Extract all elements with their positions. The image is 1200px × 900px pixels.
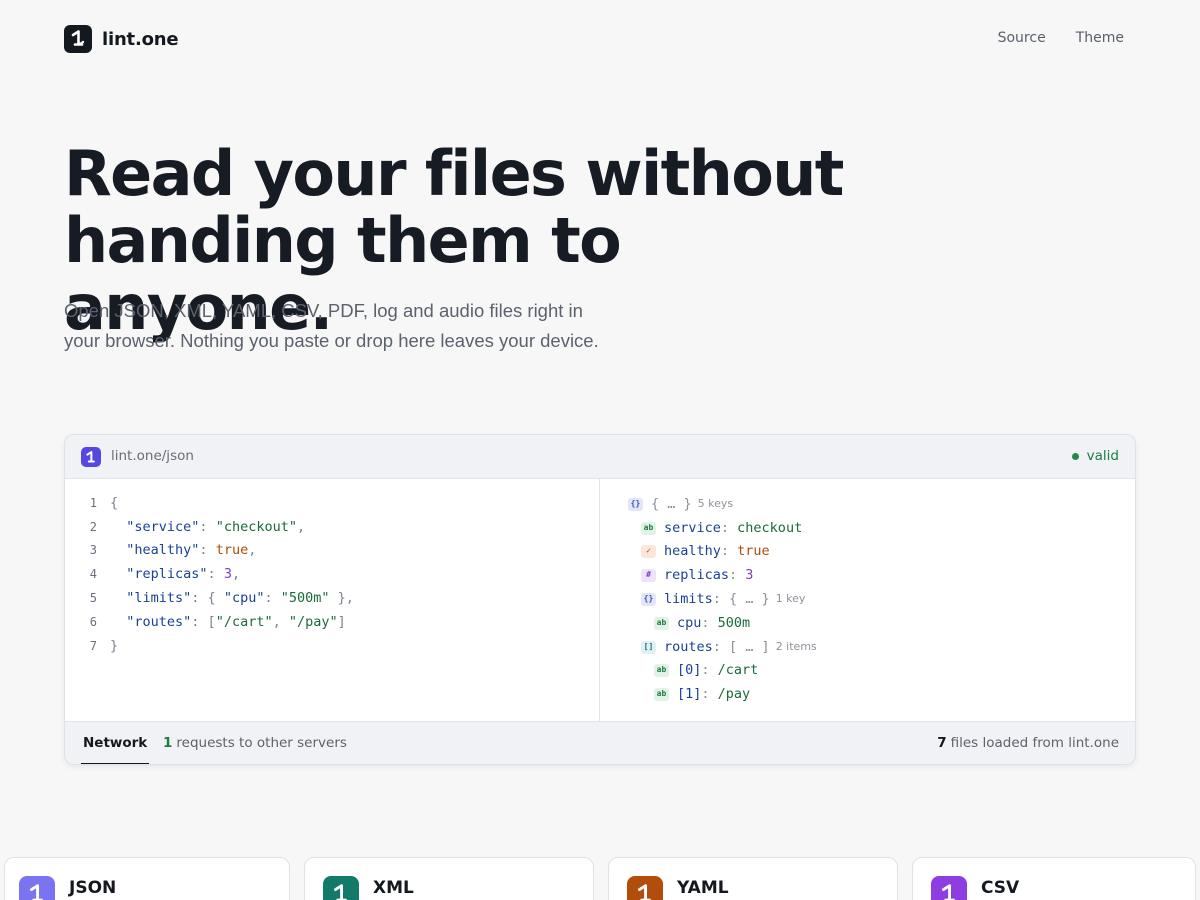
code-line: 6 "routes": ["/cart", "/pay"] <box>65 611 346 633</box>
files-summary: 7 files loaded from lint.one <box>937 722 1119 764</box>
code-line: 2 "service": "checkout", <box>65 516 305 538</box>
code-key: "service" <box>126 519 200 535</box>
line-number: 2 <box>89 520 97 534</box>
tree-key: [1] <box>677 686 702 702</box>
tree-view: {} { … } 5 keys ab service: checkout ✓ he… <box>601 479 1135 722</box>
panel-toolbar: lint.one/json valid <box>65 435 1135 479</box>
requests-label: requests to other servers <box>176 735 347 751</box>
code-key: "routes" <box>126 614 192 630</box>
code-key: "replicas" <box>126 566 208 582</box>
code-string: "/cart" <box>215 614 273 630</box>
array-type-icon: [] <box>641 640 656 654</box>
json-logo-icon <box>19 876 55 900</box>
validation-status: valid <box>1071 448 1119 464</box>
string-type-icon: ab <box>641 521 656 535</box>
xml-logo-icon <box>323 876 359 900</box>
code-number: 3 <box>223 566 232 582</box>
hero-subtitle: Open JSON, XML, YAML, CSV, PDF, log and … <box>64 300 599 351</box>
panel-logo-icon <box>81 447 101 467</box>
code-key: "cpu" <box>223 590 265 606</box>
boolean-type-icon: ✓ <box>641 544 656 558</box>
tree-value: 3 <box>745 567 754 583</box>
line-number: 4 <box>89 567 97 581</box>
tree-key: service <box>664 520 721 536</box>
tree-hint: 1 key <box>775 592 806 605</box>
json-demo-panel: lint.one/json valid 1{ 2 "service": "che… <box>64 434 1136 765</box>
object-type-icon: {} <box>641 592 656 606</box>
code-line: 3 "healthy": true, <box>65 539 257 561</box>
tree-key: limits <box>664 591 713 607</box>
tree-value: 500m <box>717 615 751 631</box>
line-number: 6 <box>89 615 97 629</box>
tree-row[interactable]: [] routes: [ … ] 2 items <box>641 636 817 658</box>
code-editor[interactable]: 1{ 2 "service": "checkout", 3 "healthy":… <box>65 479 600 722</box>
site-header: lint.one Source Theme <box>0 0 1200 78</box>
tree-row[interactable]: # replicas: 3 <box>641 564 753 586</box>
line-number: 7 <box>89 639 97 653</box>
status-label: valid <box>1086 448 1119 464</box>
tree-key: healthy <box>664 543 721 559</box>
tree-value: checkout <box>737 520 803 536</box>
nav-theme-link[interactable]: Theme <box>1076 30 1124 46</box>
hero-title-line-1: Read your files without <box>64 137 844 210</box>
tree-row[interactable]: ab [1]: /pay <box>654 683 750 705</box>
card-label: XML <box>373 878 414 898</box>
code-line: 1{ <box>65 492 118 514</box>
tree-hint: 5 keys <box>697 497 734 510</box>
number-type-icon: # <box>641 568 656 582</box>
code-key: "limits" <box>126 590 192 606</box>
card-label: JSON <box>69 878 117 898</box>
lint-logo-icon <box>64 25 92 53</box>
tree-key: replicas <box>664 567 730 583</box>
code-string: "checkout" <box>215 519 297 535</box>
files-label: files loaded from lint.one <box>950 735 1119 751</box>
card-yaml[interactable]: YAML <box>608 857 898 900</box>
string-type-icon: ab <box>654 687 669 701</box>
tree-key: cpu <box>677 615 702 631</box>
card-json[interactable]: JSON <box>4 857 290 900</box>
card-label: YAML <box>677 878 729 898</box>
tree-row[interactable]: ab service: checkout <box>641 517 802 539</box>
string-type-icon: ab <box>654 616 669 630</box>
yaml-logo-icon <box>627 876 663 900</box>
tree-row[interactable]: ab cpu: 500m <box>654 612 750 634</box>
code-line: 4 "replicas": 3, <box>65 563 240 585</box>
code-string: "/pay" <box>288 614 338 630</box>
tab-network[interactable]: Network <box>81 722 150 764</box>
top-nav: Source Theme <box>998 30 1124 46</box>
code-key: "healthy" <box>126 542 200 558</box>
tree-row-root[interactable]: {} { … } 5 keys <box>628 493 733 515</box>
code-bool: true <box>215 542 249 558</box>
panel-url: lint.one/json <box>111 448 194 464</box>
panel-footer: Network 1 requests to other servers 7 file… <box>65 721 1135 764</box>
line-number: 5 <box>89 591 97 605</box>
brand-link[interactable]: lint.one <box>64 25 179 53</box>
tree-key: routes <box>664 639 713 655</box>
tree-hint: 2 items <box>775 640 817 653</box>
nav-source-link[interactable]: Source <box>998 30 1046 46</box>
string-type-icon: ab <box>654 663 669 677</box>
tree-value: true <box>737 543 770 559</box>
line-number: 3 <box>89 543 97 557</box>
tree-row[interactable]: ab [0]: /cart <box>654 659 758 681</box>
files-count: 7 <box>937 735 947 751</box>
card-xml[interactable]: XML <box>304 857 594 900</box>
csv-logo-icon <box>931 876 967 900</box>
tree-value: /cart <box>717 662 759 678</box>
card-label: CSV <box>981 878 1020 898</box>
tree-row[interactable]: ✓ healthy: true <box>641 540 770 562</box>
line-number: 1 <box>89 496 97 510</box>
tree-value: /pay <box>717 686 751 702</box>
tree-key: [0] <box>677 662 702 678</box>
requests-summary: 1 requests to other servers <box>163 722 347 764</box>
code-line: 7} <box>65 635 118 657</box>
code-line: 5 "limits": { "cpu": "500m" }, <box>65 587 354 609</box>
requests-count: 1 <box>163 735 173 751</box>
brand-name: lint.one <box>102 28 179 50</box>
status-dot-icon <box>1071 452 1079 460</box>
object-type-icon: {} <box>628 497 643 511</box>
card-csv[interactable]: CSV <box>912 857 1196 900</box>
code-string: "500m" <box>280 590 330 606</box>
tree-row[interactable]: {} limits: { … } 1 key <box>641 588 805 610</box>
